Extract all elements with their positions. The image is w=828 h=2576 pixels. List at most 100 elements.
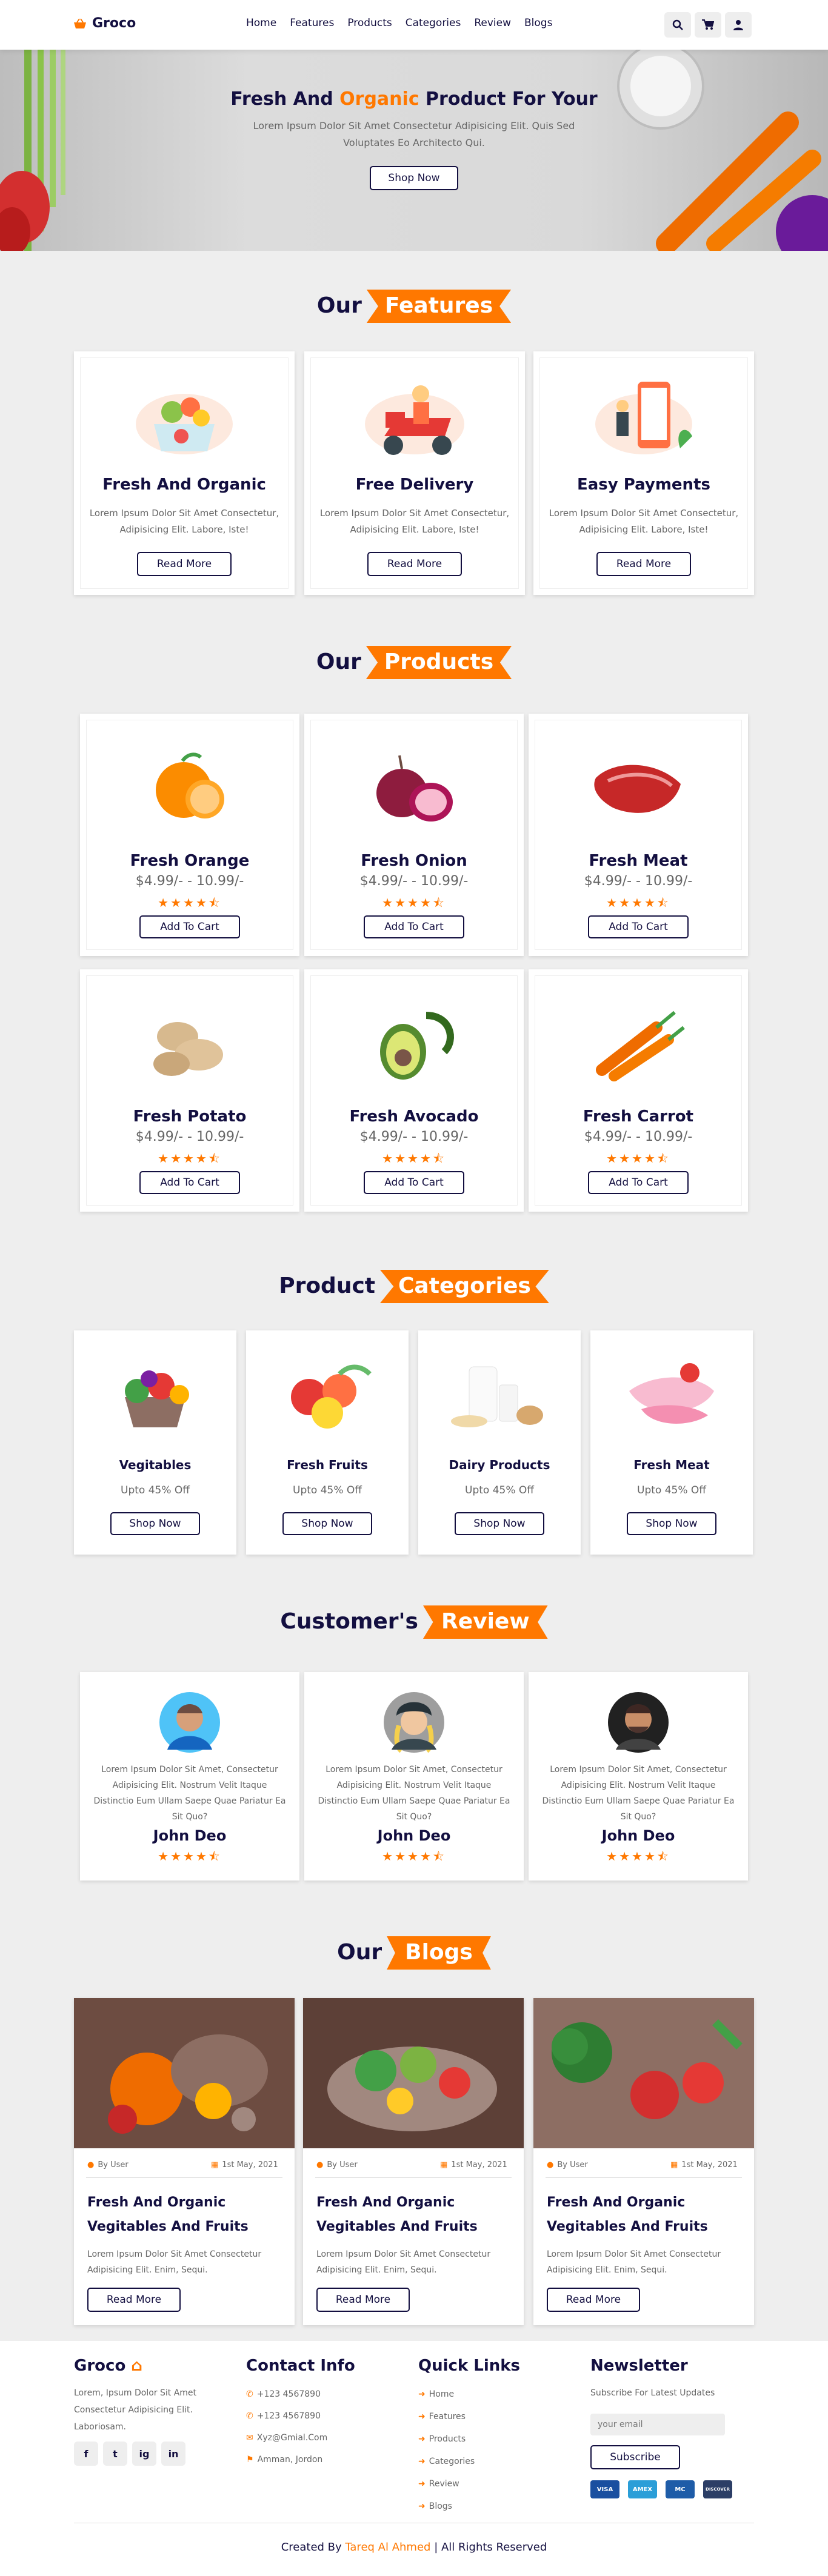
- contact-email[interactable]: ✉ Xyz@Gmial.Com: [246, 2427, 327, 2449]
- blogs-heading-tag: Blogs: [387, 1936, 491, 1970]
- newsletter-email-input[interactable]: [590, 2414, 725, 2435]
- features-heading: Our Features: [0, 290, 828, 323]
- shop-now-button[interactable]: Shop Now: [627, 1512, 716, 1535]
- blog-description: Lorem Ipsum Dolor Sit Amet Consectetur A…: [547, 2249, 721, 2275]
- footer-link-home[interactable]: ➜ Home: [418, 2383, 475, 2406]
- quick-links: ➜ Home ➜ Features ➜ Products ➜ Categories ➜ R…: [418, 2383, 475, 2518]
- category-card: Fresh Meat Upto 45% Off Shop Now: [590, 1330, 753, 1555]
- contact-phone[interactable]: ✆ +123 4567890: [246, 2383, 327, 2405]
- nav-features[interactable]: Features: [290, 17, 334, 29]
- categories-heading-tag: Categories: [380, 1270, 549, 1303]
- blog-author: ● By User: [316, 2160, 358, 2169]
- feature-description: Lorem Ipsum Dolor Sit Amet Consectetur, …: [549, 508, 739, 535]
- add-to-cart-button[interactable]: Add To Cart: [588, 915, 689, 938]
- read-more-button[interactable]: Read More: [367, 552, 462, 576]
- products-heading-tag: Products: [366, 646, 512, 679]
- cart-button[interactable]: [695, 12, 721, 38]
- nav-review[interactable]: Review: [474, 17, 511, 29]
- search-button[interactable]: [664, 12, 691, 38]
- nav-products[interactable]: Products: [347, 17, 392, 29]
- subscribe-button[interactable]: Subscribe: [590, 2445, 680, 2469]
- credit-author[interactable]: Tareq Al Ahmed: [345, 2541, 430, 2554]
- main-nav: Home Features Products Categories Review…: [246, 17, 552, 29]
- footer-credit: Created By Tareq Al Ahmed | All Rights R…: [0, 2541, 828, 2554]
- add-to-cart-button[interactable]: Add To Cart: [139, 915, 240, 938]
- shop-now-button[interactable]: Shop Now: [455, 1512, 544, 1535]
- footer-brand: Groco ⌂: [74, 2357, 142, 2375]
- product-name: Fresh Carrot: [583, 1107, 694, 1126]
- dairy-products-image: [451, 1366, 543, 1427]
- onion-image: [376, 755, 453, 822]
- category-card: Dairy Products Upto 45% Off Shop Now: [418, 1330, 581, 1555]
- user-button[interactable]: [725, 12, 752, 38]
- read-more-button[interactable]: Read More: [547, 2288, 640, 2312]
- blog-description: Lorem Ipsum Dolor Sit Amet Consectetur A…: [87, 2249, 262, 2275]
- fresh-fruits-image: [291, 1364, 372, 1429]
- blog-date-text: 1st May, 2021: [451, 2160, 507, 2169]
- logo-text: Groco: [92, 16, 136, 31]
- potato-image: [153, 1022, 223, 1076]
- product-price: $4.99/- - 10.99/-: [135, 1129, 244, 1144]
- facebook-icon[interactable]: f: [74, 2442, 98, 2466]
- review-card: Lorem Ipsum Dolor Sit Amet, Consectetur …: [80, 1672, 299, 1881]
- category-discount: Upto 45% Off: [121, 1484, 190, 1496]
- blog-date-text: 1st May, 2021: [681, 2160, 738, 2169]
- blog-author-text: By User: [327, 2160, 358, 2169]
- footer-link-features[interactable]: ➜ Features: [418, 2406, 475, 2428]
- add-to-cart-button[interactable]: Add To Cart: [588, 1171, 689, 1194]
- add-to-cart-button[interactable]: Add To Cart: [364, 1171, 464, 1194]
- footer-link-categories[interactable]: ➜ Categories: [418, 2451, 475, 2473]
- blog-title: Fresh And Organic Vegitables And Fruits: [87, 2195, 249, 2234]
- hero-description: Lorem Ipsum Dolor Sit Amet Consectetur A…: [253, 120, 575, 148]
- arrow-right-icon: ➜: [418, 2434, 426, 2444]
- divider: [546, 2177, 742, 2178]
- site-header: Groco Home Features Products Categories …: [0, 0, 828, 50]
- rating-stars: ★★★★⯪: [158, 1849, 222, 1864]
- product-name: Fresh Onion: [361, 852, 467, 870]
- blog-image: [533, 1998, 754, 2148]
- feature-card-payments: Easy Payments Lorem Ipsum Dolor Sit Amet…: [533, 351, 754, 595]
- feature-title: Fresh And Organic: [102, 476, 266, 494]
- product-card: Fresh Carrot $4.99/- - 10.99/- ★★★★⯪ Add…: [529, 969, 748, 1212]
- shop-now-button[interactable]: Shop Now: [110, 1512, 200, 1535]
- social-links: f t ig in: [74, 2442, 185, 2466]
- basket-icon: [74, 18, 86, 28]
- divider: [315, 2177, 512, 2178]
- blog-card: ● By User ▦ 1st May, 2021 Fresh And Organi…: [533, 1998, 754, 2325]
- categories-heading: Product Categories: [0, 1270, 828, 1303]
- read-more-button[interactable]: Read More: [596, 552, 691, 576]
- rating-stars: ★★★★⯪: [382, 1151, 446, 1166]
- reviewer-name: John Deo: [153, 1827, 227, 1844]
- shop-now-button[interactable]: Shop Now: [370, 166, 458, 190]
- read-more-button[interactable]: Read More: [316, 2288, 410, 2312]
- twitter-icon[interactable]: t: [103, 2442, 127, 2466]
- instagram-icon[interactable]: ig: [132, 2442, 156, 2466]
- add-to-cart-button[interactable]: Add To Cart: [364, 915, 464, 938]
- read-more-button[interactable]: Read More: [137, 552, 232, 576]
- footer-link-products[interactable]: ➜ Products: [418, 2428, 475, 2451]
- linkedin-icon[interactable]: in: [161, 2442, 185, 2466]
- avocado-image: [380, 1012, 454, 1080]
- rating-stars: ★★★★⯪: [158, 1151, 222, 1166]
- footer-link-text: Categories: [429, 2457, 475, 2466]
- category-name: Dairy Products: [449, 1458, 550, 1472]
- footer-link-blogs[interactable]: ➜ Blogs: [418, 2495, 475, 2518]
- nav-home[interactable]: Home: [246, 17, 276, 29]
- shop-now-button[interactable]: Shop Now: [282, 1512, 372, 1535]
- product-price: $4.99/- - 10.99/-: [584, 1129, 693, 1144]
- footer-link-review[interactable]: ➜ Review: [418, 2473, 475, 2495]
- nav-categories[interactable]: Categories: [406, 17, 461, 29]
- hero-banner: Fresh And Organic Product For Your Lorem…: [0, 50, 828, 251]
- add-to-cart-button[interactable]: Add To Cart: [139, 1171, 240, 1194]
- read-more-button[interactable]: Read More: [87, 2288, 181, 2312]
- user-icon: ●: [87, 2160, 95, 2169]
- product-price: $4.99/- - 10.99/-: [584, 874, 693, 889]
- blog-description: Lorem Ipsum Dolor Sit Amet Consectetur A…: [316, 2249, 491, 2275]
- feature-title: Free Delivery: [355, 476, 474, 494]
- avatar: [159, 1692, 220, 1753]
- hero-title: Fresh And Organic Product For Your: [0, 88, 828, 110]
- logo[interactable]: Groco: [73, 16, 136, 31]
- vegetables-right-image: [617, 50, 828, 251]
- nav-blogs[interactable]: Blogs: [524, 17, 552, 29]
- contact-phone[interactable]: ✆ +123 4567890: [246, 2405, 327, 2427]
